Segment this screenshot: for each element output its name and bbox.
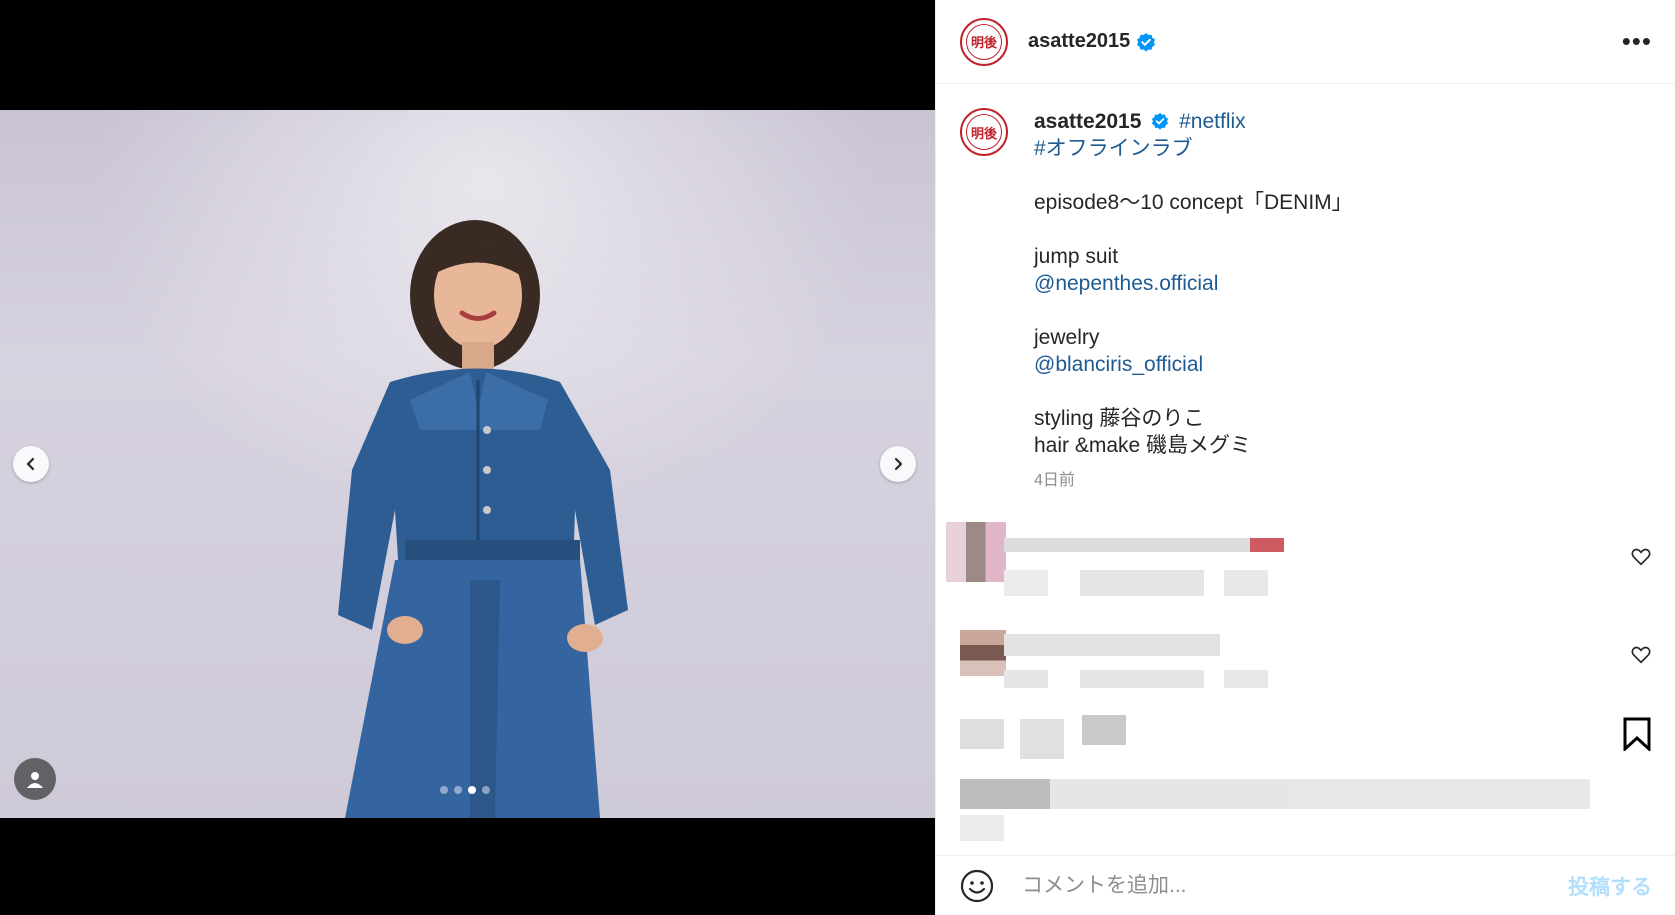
carousel-dot: [468, 786, 476, 794]
blurred-avatar: [946, 522, 1006, 582]
hashtag-link[interactable]: #netflix: [1179, 110, 1246, 133]
blurred-action-icon[interactable]: [960, 719, 1004, 749]
caption-text: asatte2015 #netflix #オフラインラブ episode8～10…: [1034, 108, 1353, 494]
blurred-text: [1004, 538, 1284, 552]
carousel-dot: [482, 786, 490, 794]
caption-line: styling 藤谷のりこ: [1034, 407, 1205, 430]
blurred-text: [1004, 634, 1220, 656]
comment-input[interactable]: [1020, 872, 1568, 899]
post-panel: 明後 asatte2015 ••• 明後 asatte2015 #netflix…: [935, 0, 1675, 915]
caption-line: hair &make 磯島メグミ: [1034, 434, 1252, 457]
person-denim-figure: [338, 220, 628, 818]
carousel-prev-button[interactable]: [13, 446, 49, 482]
carousel-next-button[interactable]: [880, 446, 916, 482]
avatar-logo: 明後: [966, 114, 1002, 150]
username-link[interactable]: asatte2015: [1028, 30, 1130, 53]
add-comment-bar: 投稿する: [936, 855, 1675, 915]
caption-avatar[interactable]: 明後: [960, 108, 1008, 156]
avatar-logo: 明後: [966, 23, 1002, 60]
tagged-users-button[interactable]: [14, 758, 56, 800]
more-options-icon[interactable]: •••: [1622, 26, 1652, 57]
caption-line: jewelry: [1034, 326, 1100, 349]
post-caption: 明後 asatte2015 #netflix #オフラインラブ episode8…: [960, 108, 1660, 494]
post-timestamp[interactable]: 4日前: [1034, 467, 1353, 494]
hashtag-link[interactable]: #オフラインラブ: [1034, 135, 1353, 162]
post-media: [0, 0, 935, 915]
blurred-action-icon[interactable]: [1020, 719, 1064, 759]
mention-link[interactable]: @blanciris_official: [1034, 351, 1353, 378]
post-header: 明後 asatte2015 •••: [936, 0, 1675, 84]
emoji-icon[interactable]: [960, 869, 994, 903]
chevron-right-icon: [894, 457, 903, 471]
comment-item: [946, 520, 1660, 624]
post-actions: [936, 695, 1675, 855]
verified-badge-icon: [1152, 112, 1169, 130]
mention-link[interactable]: @nepenthes.official: [1034, 270, 1353, 297]
post-photo: [0, 110, 935, 818]
carousel-dot: [440, 786, 448, 794]
avatar[interactable]: 明後: [960, 17, 1008, 66]
blurred-action-icon[interactable]: [1082, 715, 1126, 745]
like-heart-icon[interactable]: [1630, 546, 1652, 568]
like-heart-icon[interactable]: [1630, 644, 1652, 666]
verified-badge-icon: [1137, 32, 1156, 51]
carousel-dot: [454, 786, 462, 794]
caption-line: episode8～10 concept「DENIM」: [1034, 191, 1353, 214]
post-comment-button[interactable]: 投稿する: [1568, 871, 1652, 901]
caption-username[interactable]: asatte2015: [1034, 110, 1141, 133]
caption-line: jump suit: [1034, 245, 1119, 268]
blurred-likes-text: [960, 779, 1050, 809]
bookmark-icon[interactable]: [1622, 717, 1652, 751]
blurred-avatar: [960, 630, 1006, 676]
chevron-left-icon: [26, 457, 35, 471]
carousel-indicator: [440, 786, 490, 794]
user-icon: [27, 772, 43, 788]
